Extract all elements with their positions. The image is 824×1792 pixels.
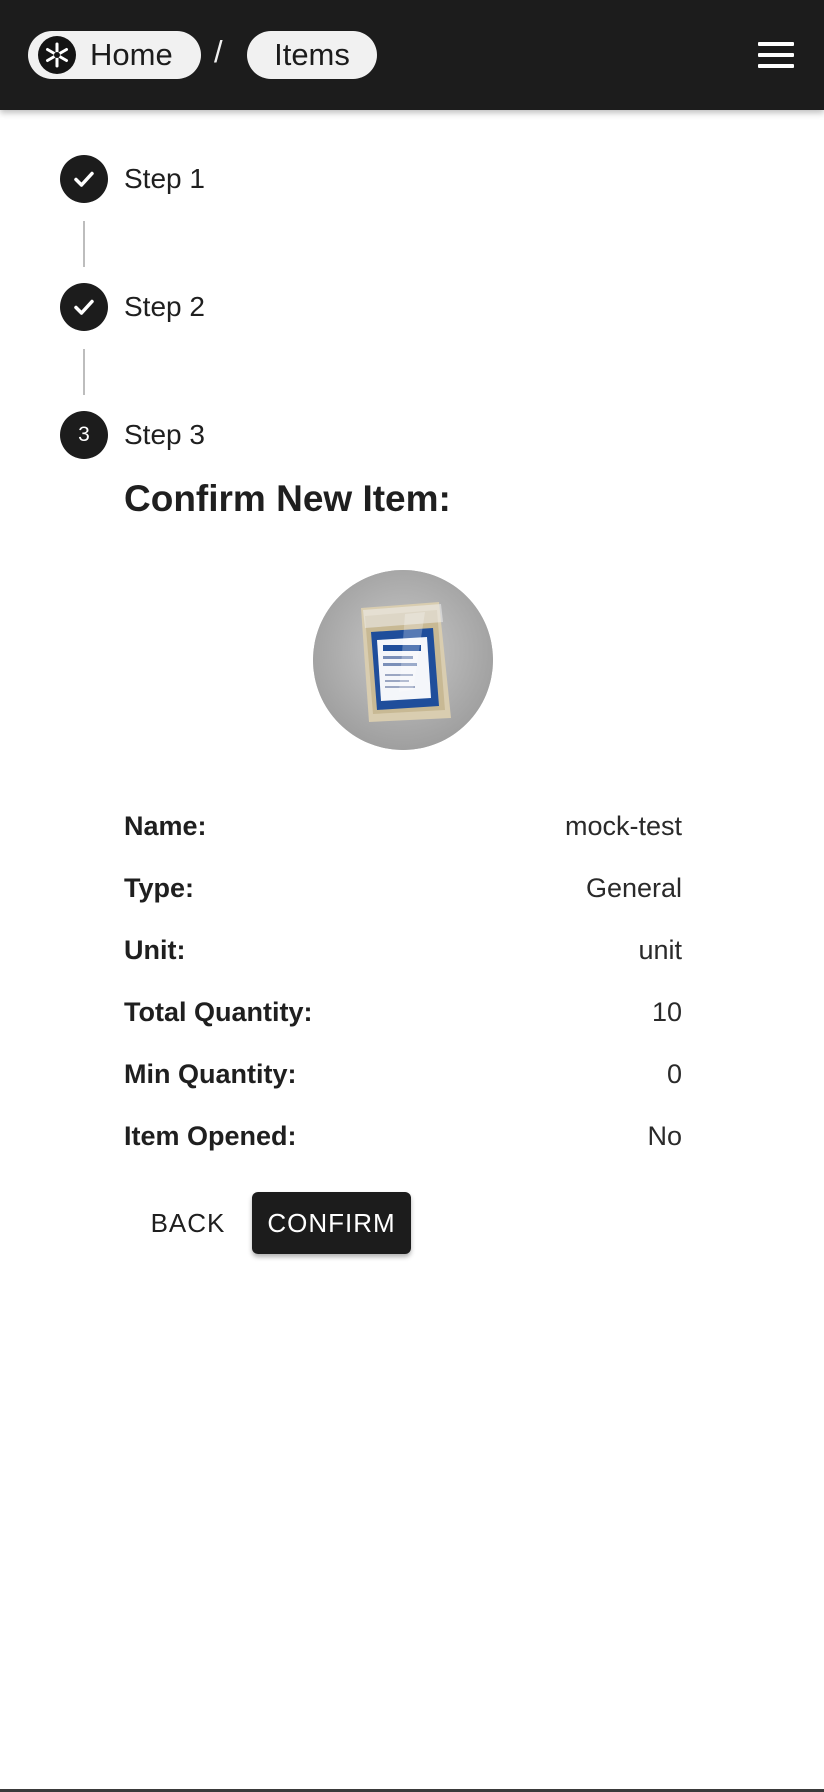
step-2[interactable]: Step 2 (60, 283, 205, 331)
step-2-label: Step 2 (124, 291, 205, 322)
detail-value: General (585, 872, 682, 903)
breadcrumb-separator: / (214, 34, 223, 69)
step-3: 3 Step 3 (60, 411, 205, 459)
step-3-number: 3 (60, 411, 108, 459)
detail-label: Min Quantity: (124, 1058, 297, 1089)
detail-row-total-quantity: Total Quantity: 10 (124, 981, 682, 1043)
star-of-life-icon (38, 36, 76, 74)
check-icon (60, 283, 108, 331)
check-icon (60, 155, 108, 203)
detail-row-type: Type: General (124, 857, 682, 919)
detail-row-unit: Unit: unit (124, 919, 682, 981)
step-connector (83, 349, 85, 395)
detail-row-name: Name: mock-test (124, 795, 682, 857)
detail-label: Name: (124, 810, 207, 841)
app-root: Home / Items Step 1 Step 2 3 Step 3 Conf… (0, 0, 824, 1792)
detail-row-min-quantity: Min Quantity: 0 (124, 1043, 682, 1105)
confirm-heading: Confirm New Item: (124, 478, 451, 519)
detail-value: unit (638, 934, 682, 965)
confirm-button[interactable]: CONFIRM (252, 1192, 411, 1254)
step-connector (83, 221, 85, 267)
breadcrumb-home-label: Home (90, 37, 173, 72)
breadcrumb-items-label: Items (274, 37, 350, 72)
detail-value: 0 (666, 1058, 682, 1089)
detail-label: Type: (124, 872, 195, 903)
back-button[interactable]: BACK (135, 1192, 241, 1254)
detail-label: Total Quantity: (124, 996, 313, 1027)
step-3-label: Step 3 (124, 419, 205, 450)
breadcrumb-items[interactable]: Items (247, 31, 377, 79)
breadcrumb-home[interactable]: Home (28, 31, 201, 79)
detail-row-item-opened: Item Opened: No (124, 1105, 682, 1167)
item-details: Name: mock-test Type: General Unit: unit… (124, 795, 682, 1167)
detail-label: Item Opened: (124, 1120, 297, 1151)
item-photo (313, 570, 493, 750)
top-app-bar: Home / Items (0, 0, 824, 110)
step-1[interactable]: Step 1 (60, 155, 205, 203)
detail-value: mock-test (564, 810, 682, 841)
detail-value: No (647, 1120, 682, 1151)
step-1-label: Step 1 (124, 163, 205, 194)
detail-label: Unit: (124, 934, 186, 965)
hamburger-menu-icon[interactable] (752, 38, 800, 72)
detail-value: 10 (651, 996, 682, 1027)
